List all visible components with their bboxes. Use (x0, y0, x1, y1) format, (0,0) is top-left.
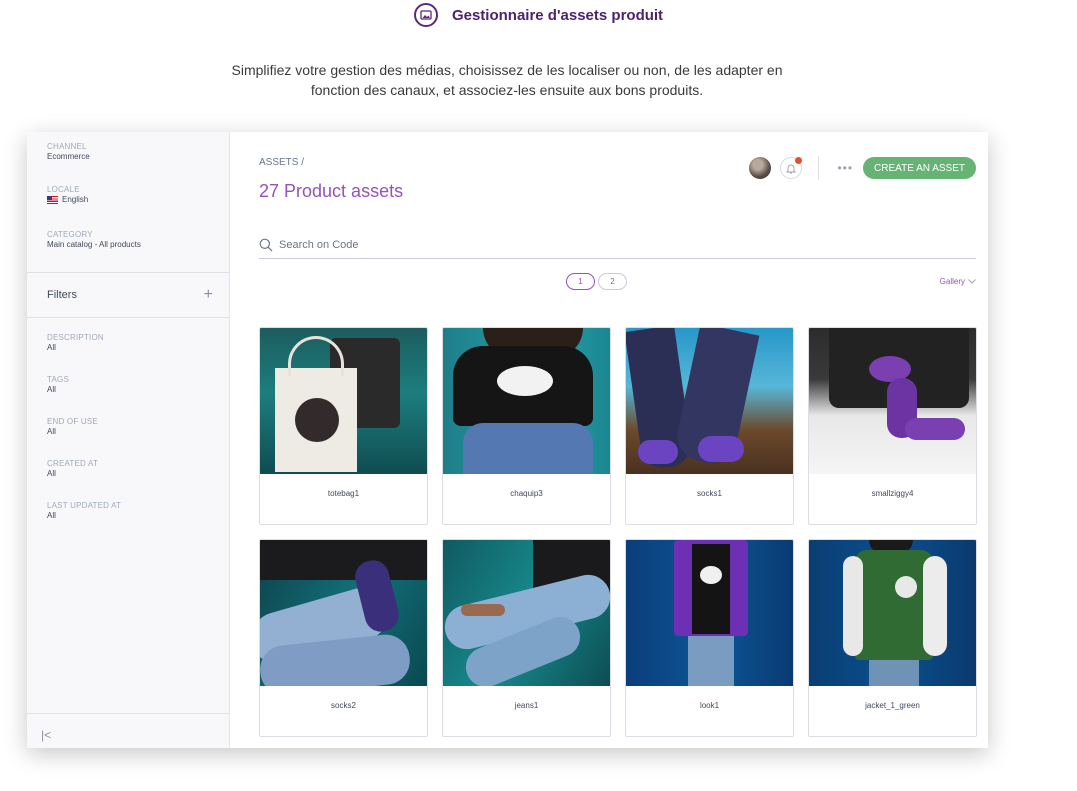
asset-thumbnail (443, 328, 610, 474)
asset-thumbnail (626, 328, 793, 474)
sidebar-divider (27, 713, 229, 714)
asset-code: jeans1 (514, 700, 539, 710)
search-input[interactable] (279, 238, 579, 251)
asset-card[interactable]: totebag1 (259, 327, 428, 525)
sidebar: CHANNEL Ecommerce LOCALE English CATEGOR… (27, 132, 230, 748)
search-icon (259, 238, 273, 251)
create-asset-button[interactable]: CREATE AN ASSET (863, 157, 976, 179)
filter-label: END OF USE (47, 417, 98, 426)
asset-code: jacket_1_green (865, 700, 920, 710)
image-icon (413, 3, 438, 27)
notifications-button[interactable] (780, 157, 803, 179)
more-options-icon[interactable]: ••• (837, 161, 853, 175)
filter-label: TAGS (47, 375, 69, 384)
hero-description-line: Simplifiez votre gestion des médias, cho… (231, 62, 783, 78)
asset-card[interactable]: jacket_1_green (808, 539, 977, 737)
filter-created-at[interactable]: CREATED AT All (27, 436, 229, 478)
search-bar (259, 231, 976, 259)
asset-card[interactable]: chaquip3 (442, 327, 611, 525)
asset-card[interactable]: jeans1 (442, 539, 611, 737)
filter-end-of-use[interactable]: END OF USE All (27, 394, 229, 436)
page-button-2[interactable]: 2 (598, 273, 627, 290)
locale-switcher[interactable]: LOCALE English (27, 161, 229, 204)
asset-code: chaquip3 (510, 488, 543, 498)
hero-description-line: fonction des canaux, et associez-les ens… (310, 82, 704, 98)
page-button-1[interactable]: 1 (566, 273, 595, 290)
channel-switcher[interactable]: CHANNEL Ecommerce (27, 132, 229, 161)
asset-card[interactable]: smallziggy4 (808, 327, 977, 525)
asset-code: smallziggy4 (871, 488, 914, 498)
collapse-sidebar-icon[interactable]: |< (41, 728, 51, 742)
asset-code: totebag1 (327, 488, 360, 498)
filter-label: LAST UPDATED AT (47, 501, 122, 510)
hero-title: Gestionnaire d'assets produit (451, 6, 664, 24)
channel-value: Ecommerce (47, 152, 90, 161)
header-separator (818, 156, 820, 180)
asset-manager-window: CHANNEL Ecommerce LOCALE English CATEGOR… (27, 132, 988, 748)
bell-icon (786, 164, 797, 173)
filter-value: All (47, 427, 56, 436)
breadcrumb[interactable]: ASSETS / (259, 157, 304, 168)
category-label: CATEGORY (47, 230, 93, 239)
hero-heading: Gestionnaire d'assets produit (0, 3, 1077, 27)
asset-code: look1 (699, 700, 720, 710)
locale-value-text: English (62, 195, 89, 204)
asset-code: socks2 (331, 700, 356, 710)
filter-description[interactable]: DESCRIPTION All (27, 318, 229, 352)
asset-card[interactable]: look1 (625, 539, 794, 737)
channel-label: CHANNEL (47, 142, 87, 151)
header-actions: ••• CREATE AN ASSET (749, 156, 976, 180)
filters-title: Filters (47, 289, 77, 301)
view-mode-switcher[interactable]: Gallery (940, 277, 976, 286)
category-value: Main catalog - All products (47, 240, 141, 249)
asset-thumbnail (809, 328, 976, 474)
category-switcher[interactable]: CATEGORY Main catalog - All products (27, 204, 229, 272)
filter-value: All (47, 511, 56, 520)
asset-card[interactable]: socks2 (259, 539, 428, 737)
asset-thumbnail (443, 540, 610, 686)
pagination: 1 2 (566, 273, 627, 290)
filter-value: All (47, 343, 56, 352)
notification-badge (795, 157, 803, 164)
page-title: 27 Product assets (259, 181, 404, 201)
add-filter-icon[interactable]: + (204, 287, 213, 303)
filters-header: Filters + (27, 273, 229, 317)
chevron-down-icon (968, 279, 976, 284)
hero-description: Simplifiez votre gestion des médias, cho… (0, 60, 1014, 100)
locale-label: LOCALE (47, 185, 80, 194)
locale-value: English (47, 195, 229, 204)
asset-gallery: totebag1 chaquip3 socks1 smallziggy4 soc… (259, 327, 977, 737)
filter-tags[interactable]: TAGS All (27, 352, 229, 394)
asset-thumbnail (260, 328, 427, 474)
main-panel: ASSETS / 27 Product assets ••• CREATE AN… (230, 132, 988, 748)
filter-last-updated-at[interactable]: LAST UPDATED AT All (27, 478, 229, 520)
asset-card[interactable]: socks1 (625, 327, 794, 525)
asset-code: socks1 (697, 488, 722, 498)
filter-label: CREATED AT (47, 459, 99, 468)
filter-label: DESCRIPTION (47, 333, 104, 342)
asset-thumbnail (626, 540, 793, 686)
view-mode-label: Gallery (939, 277, 965, 286)
avatar[interactable] (749, 157, 772, 179)
filter-value: All (47, 385, 56, 394)
us-flag-icon (47, 195, 58, 204)
asset-thumbnail (260, 540, 427, 686)
asset-thumbnail (809, 540, 976, 686)
filter-value: All (47, 469, 56, 478)
